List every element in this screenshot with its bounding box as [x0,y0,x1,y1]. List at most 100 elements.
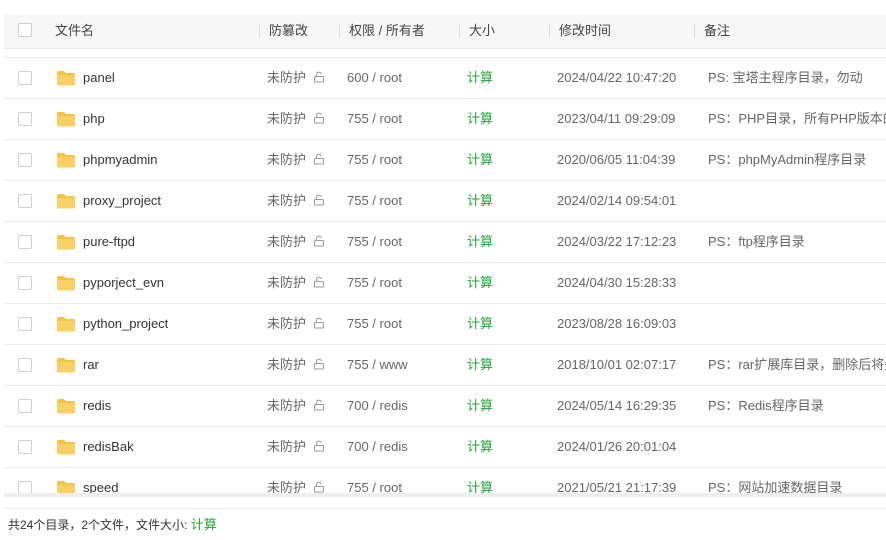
table-row[interactable]: pure-ftpd 未防护 755 / root 计算 2024/03/22 17:12… [4,222,886,263]
permission-owner[interactable]: 755 / root [347,99,402,139]
modified-time: 2021/05/21 21:17:39 [557,480,677,495]
note-text[interactable] [708,263,886,303]
header-filename[interactable]: 文件名 [55,14,94,48]
permission-owner[interactable]: 755 / www [347,345,408,385]
row-checkbox[interactable] [18,112,32,126]
size-calc-link[interactable]: 计算 [467,304,493,344]
folder-icon [56,232,76,252]
note-text[interactable] [708,427,886,467]
table-row[interactable]: python_project 未防护 755 / root 计算 2023/08/28 … [4,304,886,345]
unlock-icon[interactable] [313,153,325,165]
permission-owner[interactable]: 600 / root [347,58,402,98]
modified-time: 2023/04/11 09:29:09 [557,111,676,126]
select-all-checkbox[interactable] [18,23,32,37]
row-checkbox[interactable] [18,153,32,167]
row-checkbox[interactable] [18,235,32,249]
size-calc-link[interactable]: 计算 [467,263,493,303]
protection-status[interactable]: 未防护 [267,468,306,508]
note-text[interactable] [708,181,886,221]
row-checkbox[interactable] [18,440,32,454]
file-name[interactable]: speed [83,468,118,508]
protection-status[interactable]: 未防护 [267,99,306,139]
size-calc-link[interactable]: 计算 [467,140,493,180]
table-row[interactable]: speed 未防护 755 / root 计算 2021/05/21 21:17:39 P… [4,468,886,509]
note-text[interactable]: PS：网站加速数据目录 [708,468,886,508]
file-name[interactable]: redisBak [83,427,134,467]
permission-owner[interactable]: 755 / root [347,263,402,303]
row-checkbox[interactable] [18,276,32,290]
row-checkbox[interactable] [18,399,32,413]
permission-owner[interactable]: 755 / root [347,140,402,180]
size-calc-link[interactable]: 计算 [467,181,493,221]
row-checkbox[interactable] [18,71,32,85]
unlock-icon[interactable] [313,358,325,370]
file-name[interactable]: php [83,99,105,139]
table-row[interactable]: rar 未防护 755 / www 计算 2018/10/01 02:07:17 PS：r… [4,345,886,386]
note-text[interactable]: PS：PHP目录，所有PHP版本的解 [708,99,886,139]
unlock-icon[interactable] [313,112,325,124]
protection-status[interactable]: 未防护 [267,58,306,98]
note-text[interactable]: PS：rar扩展库目录，删除后将失去 [708,345,886,385]
file-name[interactable]: pyporject_evn [83,263,164,303]
folder-icon [56,437,76,457]
table-row[interactable]: redisBak 未防护 700 / redis 计算 2024/01/26 20:01… [4,427,886,468]
table-row[interactable]: phpmyadmin 未防护 755 / root 计算 2020/06/05 11:0… [4,140,886,181]
note-text[interactable]: PS：ftp程序目录 [708,222,886,262]
file-name[interactable]: phpmyadmin [83,140,157,180]
file-name[interactable]: panel [83,58,115,98]
header-protection[interactable]: 防篡改 [258,14,308,48]
row-checkbox[interactable] [18,358,32,372]
size-calc-link[interactable]: 计算 [467,468,493,508]
protection-status[interactable]: 未防护 [267,263,306,303]
table-row[interactable]: redis 未防护 700 / redis 计算 2024/05/14 16:29:35… [4,386,886,427]
permission-owner[interactable]: 700 / redis [347,386,408,426]
permission-owner[interactable]: 755 / root [347,181,402,221]
footer-calc-link[interactable]: 计算 [191,517,217,532]
table-scrollbar[interactable] [4,493,886,497]
protection-status[interactable]: 未防护 [267,427,306,467]
protection-status[interactable]: 未防护 [267,140,306,180]
permission-owner[interactable]: 755 / root [347,468,402,508]
protection-status[interactable]: 未防护 [267,304,306,344]
permission-owner[interactable]: 755 / root [347,222,402,262]
protection-status[interactable]: 未防护 [267,222,306,262]
protection-status[interactable]: 未防护 [267,386,306,426]
size-calc-link[interactable]: 计算 [467,386,493,426]
unlock-icon[interactable] [313,276,325,288]
unlock-icon[interactable] [313,194,325,206]
protection-status[interactable]: 未防护 [267,181,306,221]
header-permission[interactable]: 权限 / 所有者 [339,14,425,48]
note-text[interactable] [708,304,886,344]
permission-owner[interactable]: 755 / root [347,304,402,344]
row-checkbox[interactable] [18,194,32,208]
note-text[interactable]: PS: 宝塔主程序目录，勿动 [708,58,886,98]
header-size[interactable]: 大小 [458,14,495,48]
permission-owner[interactable]: 700 / redis [347,427,408,467]
table-row[interactable]: pyporject_evn 未防护 755 / root 计算 2024/04/30 1… [4,263,886,304]
size-calc-link[interactable]: 计算 [467,427,493,467]
protection-status[interactable]: 未防护 [267,345,306,385]
unlock-icon[interactable] [313,71,325,83]
unlock-icon[interactable] [313,440,325,452]
size-calc-link[interactable]: 计算 [467,58,493,98]
size-calc-link[interactable]: 计算 [467,345,493,385]
file-name[interactable]: rar [83,345,99,385]
header-note[interactable]: 备注 [693,14,730,48]
unlock-icon[interactable] [313,481,325,493]
size-calc-link[interactable]: 计算 [467,99,493,139]
note-text[interactable]: PS：phpMyAdmin程序目录 [708,140,886,180]
table-row[interactable]: php 未防护 755 / root 计算 2023/04/11 09:29:09 PS：… [4,99,886,140]
file-name[interactable]: python_project [83,304,168,344]
table-row[interactable]: proxy_project 未防护 755 / root 计算 2024/02/14 0… [4,181,886,222]
note-text[interactable]: PS：Redis程序目录 [708,386,886,426]
file-name[interactable]: pure-ftpd [83,222,135,262]
row-checkbox[interactable] [18,317,32,331]
header-mtime[interactable]: 修改时间 [548,14,611,48]
table-row[interactable]: panel 未防护 600 / root 计算 2024/04/22 10:47:20 P… [4,58,886,99]
file-name[interactable]: proxy_project [83,181,161,221]
unlock-icon[interactable] [313,235,325,247]
size-calc-link[interactable]: 计算 [467,222,493,262]
unlock-icon[interactable] [313,399,325,411]
file-name[interactable]: redis [83,386,111,426]
unlock-icon[interactable] [313,317,325,329]
